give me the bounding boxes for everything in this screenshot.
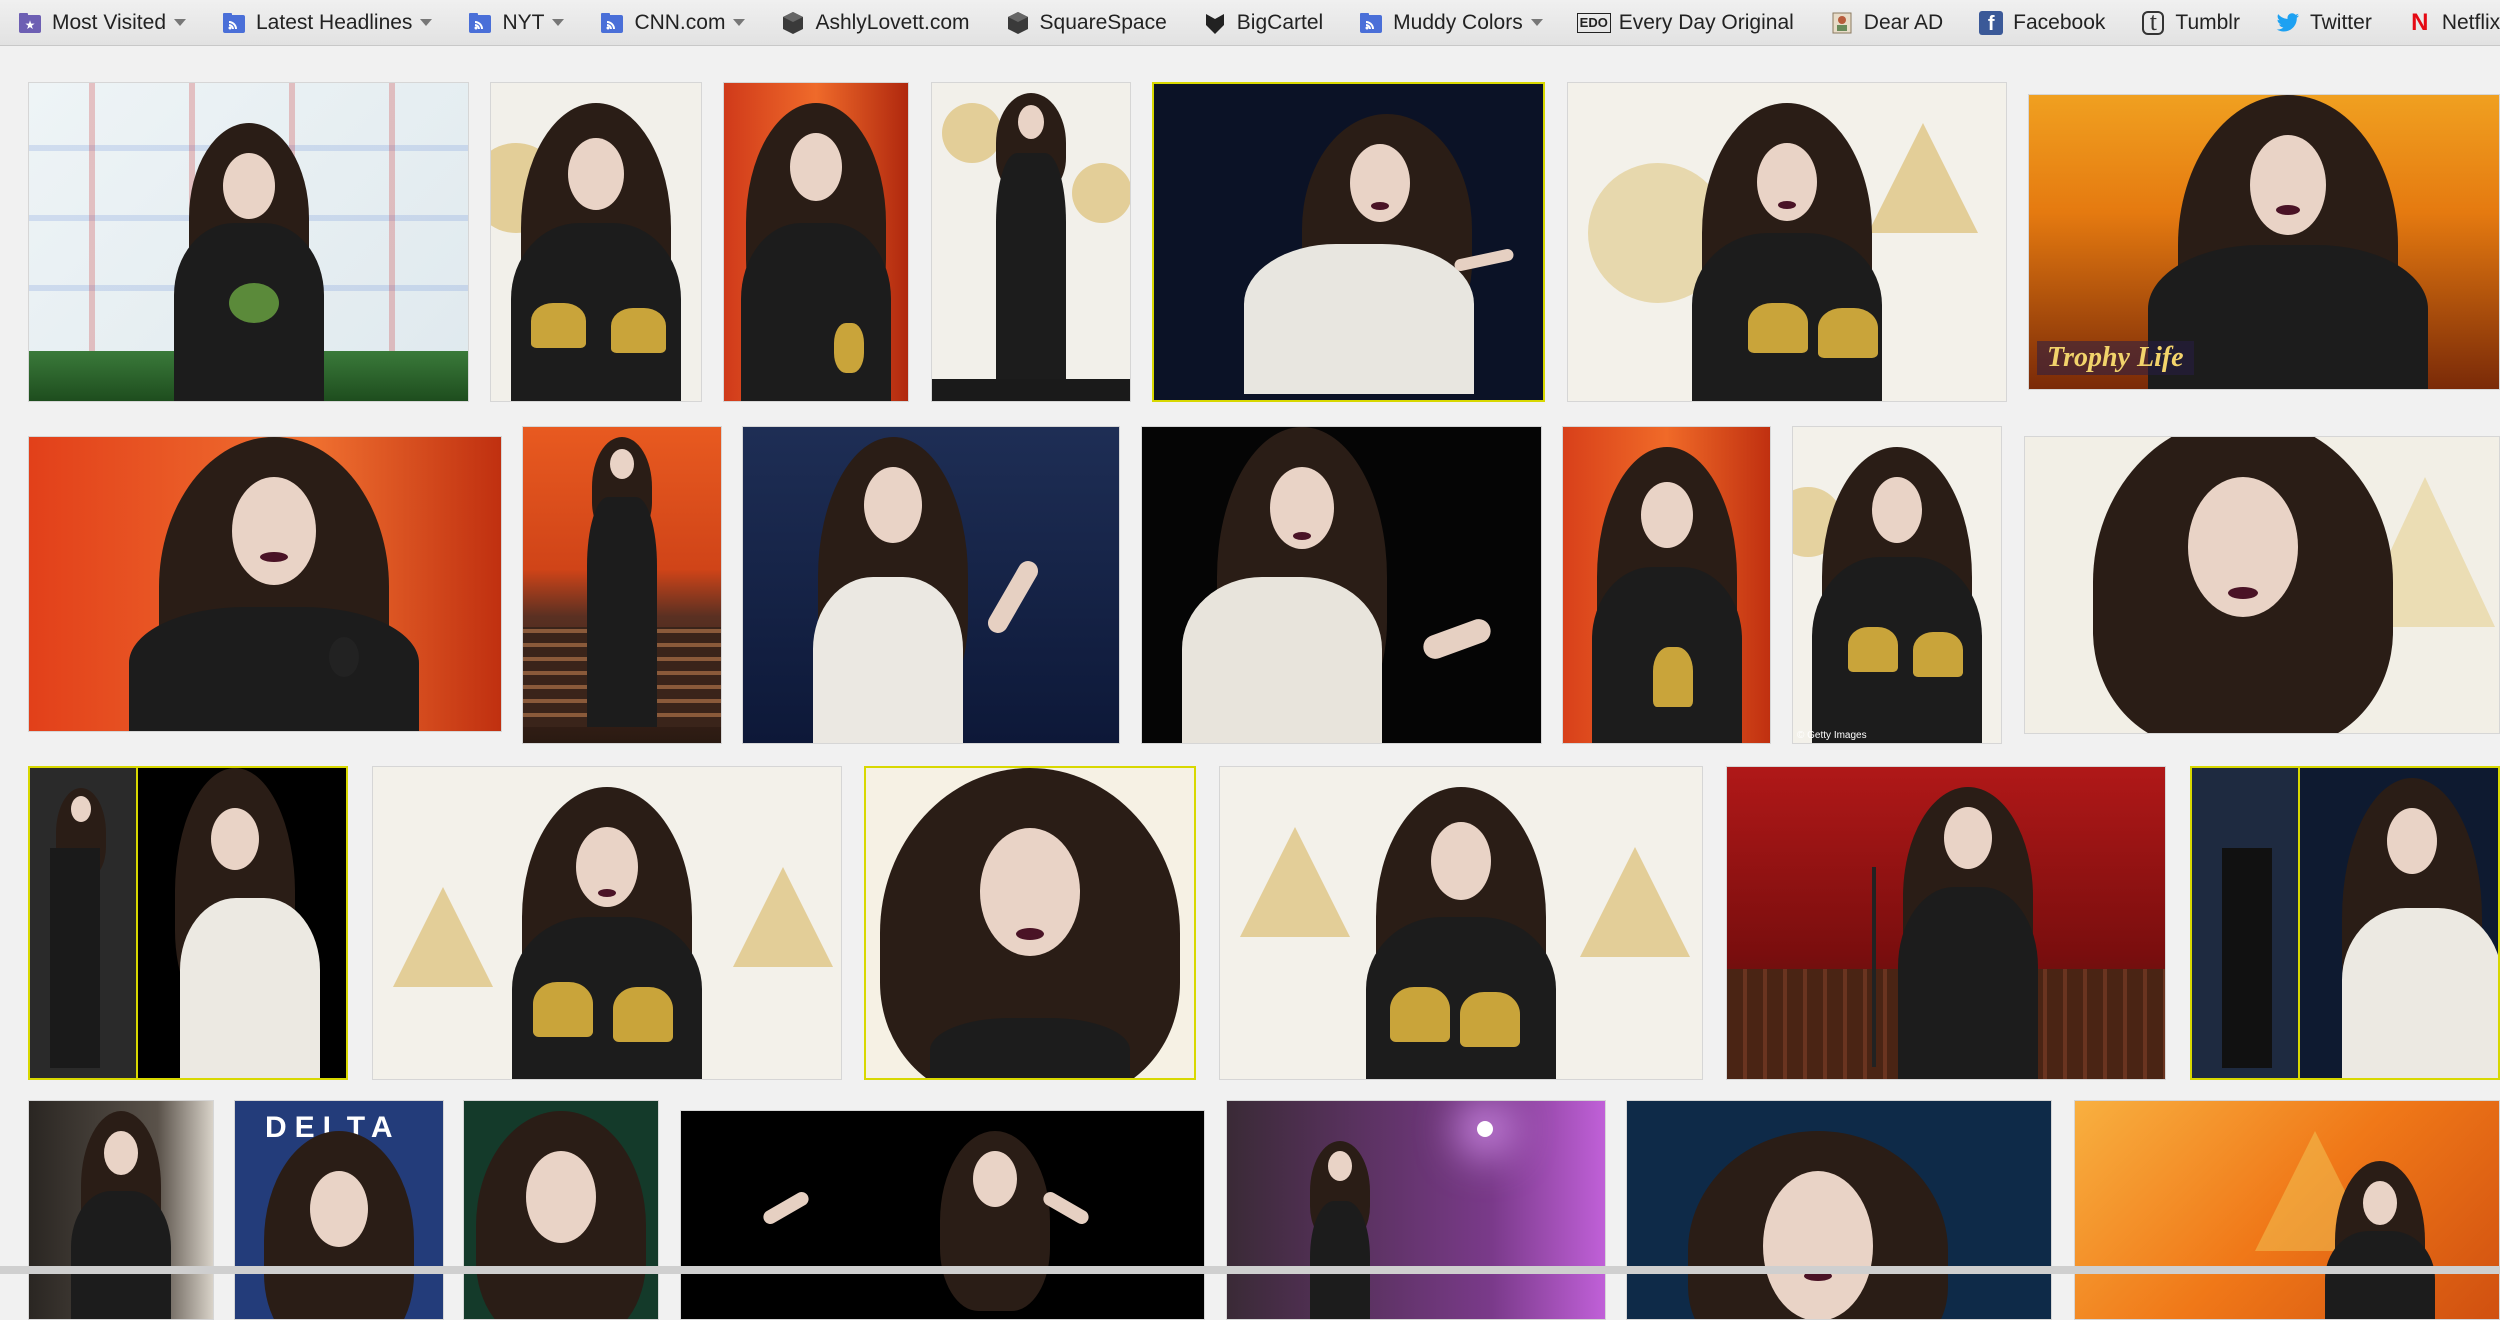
getty-images-credit: © Getty Images <box>1797 730 1867 741</box>
bookmark-label: AshlyLovett.com <box>815 10 970 34</box>
bookmark-every-day-original[interactable]: EDO Every Day Original <box>1576 0 1794 45</box>
image-thumbnail[interactable] <box>1567 82 2007 402</box>
bookmark-label: Netflix <box>2441 10 2500 34</box>
image-thumbnail[interactable] <box>28 82 469 402</box>
chevron-down-icon <box>174 19 186 26</box>
bookmark-ashlylovett[interactable]: AshlyLovett.com <box>781 0 970 45</box>
bookmark-latest-headlines[interactable]: Latest Headlines <box>222 0 433 45</box>
chevron-down-icon <box>1530 19 1543 26</box>
edo-icon-text: EDO <box>1576 12 1611 33</box>
bookmark-cnn[interactable]: CNN.com <box>600 0 746 45</box>
image-results-grid: Trophy Life © Getty Images DELTA <box>0 46 2500 1320</box>
rss-feed-icon <box>600 11 624 35</box>
bookmark-label: NYT <box>502 10 545 34</box>
bookmark-label: Twitter <box>2309 10 2372 34</box>
image-thumbnail[interactable] <box>28 766 348 1080</box>
bookmark-label: Dear AD <box>1863 10 1944 34</box>
bookmark-tumblr[interactable]: t Tumblr <box>2141 0 2240 45</box>
trophy-life-caption: Trophy Life <box>2037 341 2194 375</box>
bookmark-squarespace[interactable]: SquareSpace <box>1006 0 1167 45</box>
image-thumbnail[interactable] <box>28 1100 214 1320</box>
rss-feed-icon <box>468 11 492 35</box>
bookmark-label: Every Day Original <box>1618 10 1794 34</box>
status-bar <box>0 1266 2500 1274</box>
bookmarks-toolbar: ★ Most Visited Latest Headlines NYT CNN.… <box>0 0 2500 46</box>
netflix-icon: N <box>2408 8 2432 36</box>
bookmark-label: CNN.com <box>634 10 726 34</box>
chevron-down-icon <box>420 19 433 26</box>
image-thumbnail[interactable] <box>2024 436 2500 734</box>
image-thumbnail[interactable] <box>1226 1100 1606 1320</box>
bookmark-label: Latest Headlines <box>256 10 413 34</box>
rss-feed-icon <box>1359 11 1383 35</box>
image-thumbnail[interactable] <box>1152 82 1545 402</box>
image-thumbnail[interactable]: Trophy Life <box>2028 94 2500 390</box>
bookmark-label: Most Visited <box>52 10 166 34</box>
image-thumbnail[interactable] <box>463 1100 659 1320</box>
netflix-icon-text: N <box>2411 8 2429 36</box>
cube-icon <box>781 11 805 35</box>
image-thumbnail[interactable] <box>1562 426 1771 744</box>
image-thumbnail[interactable] <box>723 82 909 402</box>
image-thumbnail[interactable] <box>2074 1100 2500 1320</box>
facebook-icon: f <box>1979 10 2004 35</box>
image-thumbnail[interactable] <box>372 766 842 1080</box>
cube-icon <box>1006 11 1030 35</box>
bookmark-netflix[interactable]: N Netflix <box>2408 0 2500 45</box>
twitter-icon <box>2276 11 2300 35</box>
tumblr-icon: t <box>2141 8 2165 35</box>
bookmark-muddy-colors[interactable]: Muddy Colors <box>1359 0 1543 45</box>
tumblr-icon-text: t <box>2142 8 2165 35</box>
bookmark-label: SquareSpace <box>1039 10 1167 34</box>
image-thumbnail[interactable] <box>1219 766 1703 1080</box>
svg-text:★: ★ <box>25 18 36 32</box>
bookmark-facebook[interactable]: f Facebook <box>1979 0 2106 45</box>
bookmark-label: Muddy Colors <box>1393 10 1523 34</box>
bigcartel-icon <box>1203 11 1227 35</box>
bookmark-label: Facebook <box>2013 10 2106 34</box>
chevron-down-icon <box>733 19 746 26</box>
dear-ad-icon <box>1830 11 1854 35</box>
bookmark-bigcartel[interactable]: BigCartel <box>1203 0 1324 45</box>
facebook-icon-text: f <box>1987 13 1995 35</box>
image-thumbnail[interactable] <box>1726 766 2166 1080</box>
bookmark-twitter[interactable]: Twitter <box>2276 0 2372 45</box>
bookmark-most-visited[interactable]: ★ Most Visited <box>18 0 186 45</box>
star-folder-icon: ★ <box>18 11 42 35</box>
image-thumbnail[interactable] <box>522 426 722 744</box>
chevron-down-icon <box>552 19 565 26</box>
bookmark-label: BigCartel <box>1236 10 1324 34</box>
image-thumbnail[interactable] <box>28 436 502 732</box>
image-thumbnail[interactable] <box>1626 1100 2052 1320</box>
image-thumbnail[interactable] <box>490 82 702 402</box>
image-thumbnail[interactable] <box>680 1110 1205 1320</box>
image-thumbnail[interactable] <box>2190 766 2500 1080</box>
image-thumbnail[interactable] <box>864 766 1196 1080</box>
image-thumbnail[interactable]: DELTA <box>234 1100 444 1320</box>
image-thumbnail[interactable] <box>1141 426 1542 744</box>
rss-feed-icon <box>222 11 246 35</box>
bookmark-dear-ad[interactable]: Dear AD <box>1830 0 1944 45</box>
image-thumbnail[interactable]: © Getty Images <box>1792 426 2002 744</box>
image-thumbnail[interactable] <box>931 82 1131 402</box>
edo-icon: EDO <box>1576 11 1611 35</box>
bookmark-label: Tumblr <box>2175 10 2240 34</box>
bookmark-nyt[interactable]: NYT <box>468 0 565 45</box>
image-thumbnail[interactable] <box>742 426 1120 744</box>
